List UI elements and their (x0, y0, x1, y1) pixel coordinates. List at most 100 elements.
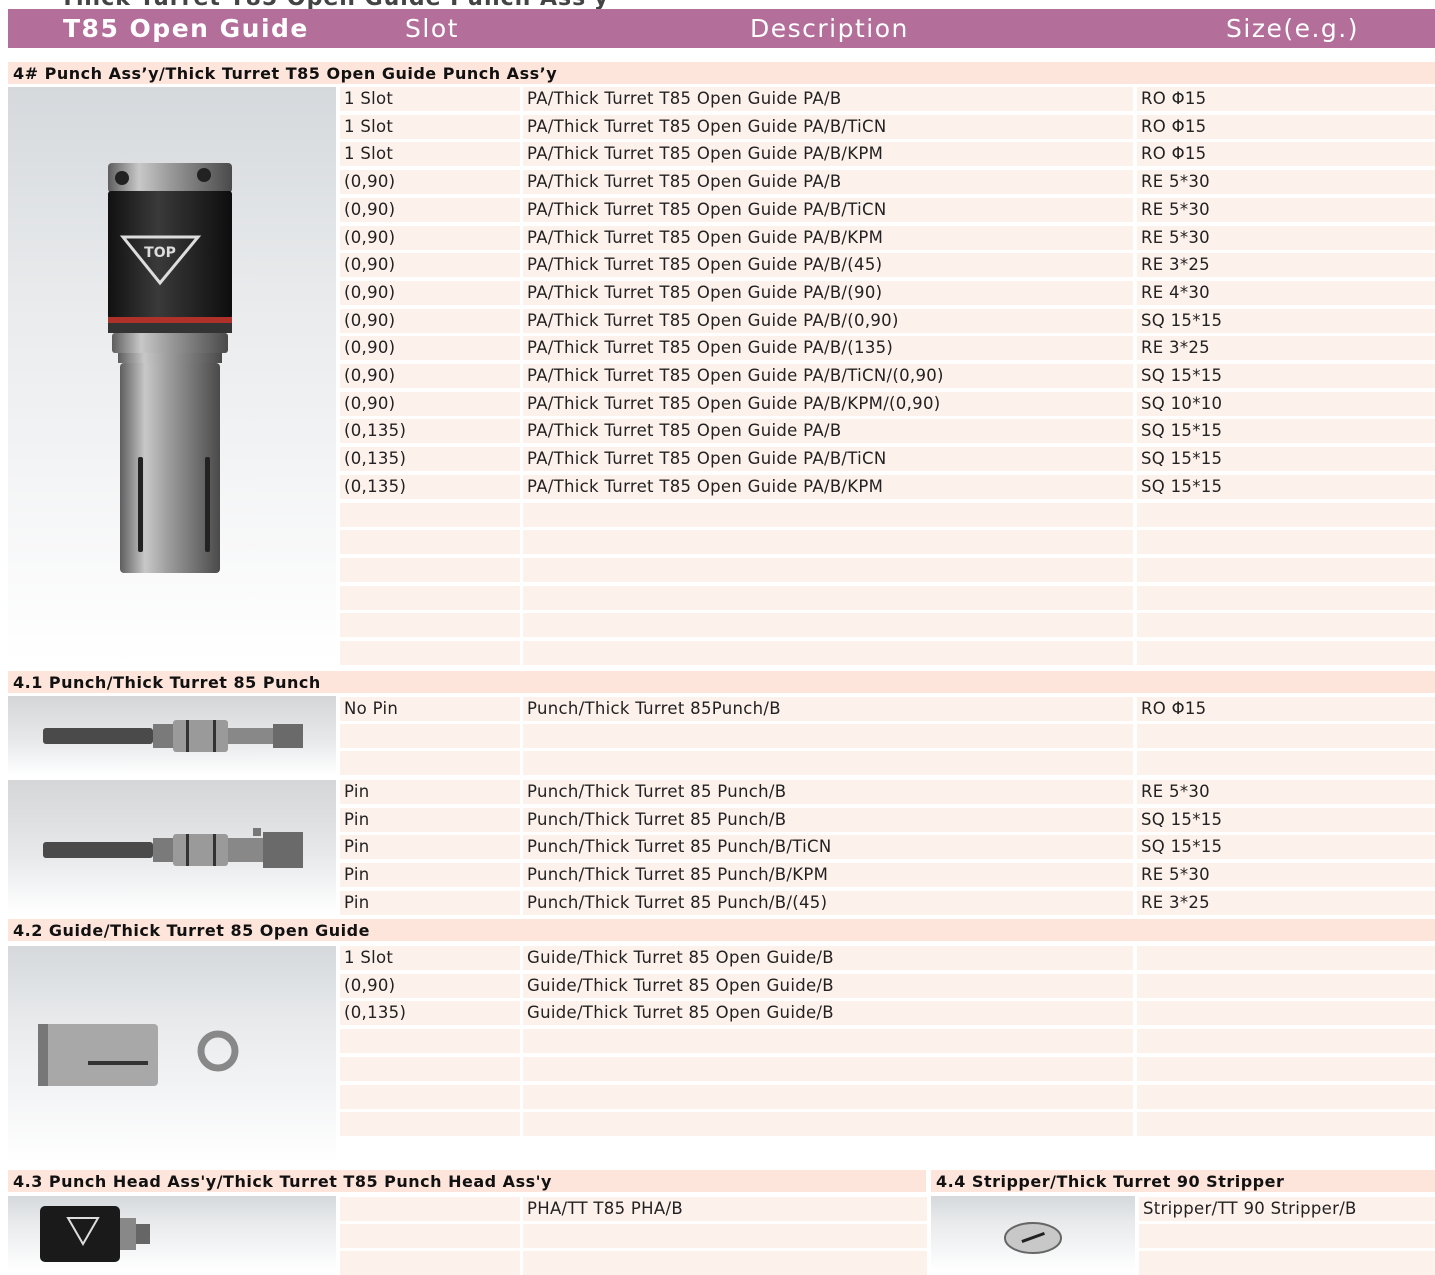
desc-cell (523, 1224, 927, 1248)
size-cell (1137, 1112, 1435, 1137)
desc-cell (523, 641, 1133, 665)
header-size: Size(e.g.) (1226, 14, 1359, 43)
size-cell (1137, 1084, 1435, 1109)
slot-cell: (0,90) (340, 225, 520, 250)
size-cell: RE 5*30 (1137, 225, 1435, 250)
desc-cell: PHA/TT T85 PHA/B (523, 1197, 927, 1221)
punch-assembly-image: TOP (8, 87, 336, 664)
desc-cell: PA/Thick Turret T85 Open Guide PA/B/KPM/… (523, 391, 1133, 416)
desc-cell: PA/Thick Turret T85 Open Guide PA/B/KPM (523, 474, 1133, 499)
slot-cell: (0,90) (340, 253, 520, 278)
desc-cell (523, 724, 1133, 748)
size-cell (1137, 973, 1435, 998)
desc-cell: PA/Thick Turret T85 Open Guide PA/B/(90) (523, 280, 1133, 305)
desc-cell: PA/Thick Turret T85 Open Guide PA/B (523, 419, 1133, 444)
desc-cell (1139, 1251, 1435, 1275)
slot-cell (340, 751, 520, 775)
slot-cell: 1 Slot (340, 946, 520, 970)
desc-cell: PA/Thick Turret T85 Open Guide PA/B/TiCN (523, 114, 1133, 139)
desc-cell: PA/Thick Turret T85 Open Guide PA/B/TiCN (523, 447, 1133, 472)
size-cell: RE 4*30 (1137, 280, 1435, 305)
guide-image (8, 946, 336, 1163)
size-cell (1137, 1029, 1435, 1054)
size-cell (1137, 502, 1435, 527)
slot-cell: No Pin (340, 697, 520, 721)
slot-cell (340, 613, 520, 638)
size-cell (1137, 641, 1435, 665)
stripper-image (931, 1196, 1135, 1271)
desc-cell: PA/Thick Turret T85 Open Guide PA/B/(0,9… (523, 308, 1133, 333)
slot-cell: (0,90) (340, 280, 520, 305)
desc-cell: PA/Thick Turret T85 Open Guide PA/B/TiCN… (523, 364, 1133, 388)
section-title-4-1: 4.1 Punch/Thick Turret 85 Punch (8, 671, 1435, 693)
slot-cell: (0,90) (340, 197, 520, 222)
slot-cell: Pin (340, 807, 520, 832)
desc-cell (523, 557, 1133, 582)
desc-cell: PA/Thick Turret T85 Open Guide PA/B/KPM (523, 142, 1133, 167)
desc-cell (523, 1056, 1133, 1081)
desc-cell: PA/Thick Turret T85 Open Guide PA/B (523, 87, 1133, 111)
size-cell: RO Φ15 (1137, 142, 1435, 167)
section-title-4-4: 4.4 Stripper/Thick Turret 90 Stripper (931, 1170, 1435, 1192)
slot-cell: 1 Slot (340, 142, 520, 167)
desc-cell: PA/Thick Turret T85 Open Guide PA/B/TiCN (523, 197, 1133, 222)
size-cell: RE 5*30 (1137, 780, 1435, 804)
size-cell: SQ 15*15 (1137, 807, 1435, 832)
size-cell: SQ 15*15 (1137, 364, 1435, 388)
desc-cell: PA/Thick Turret T85 Open Guide PA/B/(45) (523, 253, 1133, 278)
slot-cell: Pin (340, 863, 520, 888)
slot-cell (340, 1056, 520, 1081)
slot-cell (340, 1224, 520, 1248)
size-cell (1137, 530, 1435, 555)
slot-cell: (0,90) (340, 391, 520, 416)
punch-pin-image (8, 780, 336, 914)
slot-cell: Pin (340, 835, 520, 860)
desc-cell: Stripper/TT 90 Stripper/B (1139, 1197, 1435, 1221)
desc-cell (523, 585, 1133, 610)
size-cell: SQ 15*15 (1137, 419, 1435, 444)
desc-cell: Guide/Thick Turret 85 Open Guide/B (523, 1001, 1133, 1026)
slot-cell: (0,135) (340, 474, 520, 499)
slot-cell (340, 1029, 520, 1054)
slot-cell: (0,90) (340, 170, 520, 195)
size-cell (1137, 557, 1435, 582)
desc-cell (523, 613, 1133, 638)
slot-cell (340, 530, 520, 555)
size-cell (1137, 613, 1435, 638)
desc-cell (523, 1251, 927, 1275)
size-cell (1137, 1056, 1435, 1081)
table-header: T85 Open Guide Slot Description Size(e.g… (8, 9, 1435, 48)
slot-cell: 1 Slot (340, 114, 520, 139)
size-cell: SQ 15*15 (1137, 447, 1435, 472)
header-description: Description (750, 14, 909, 43)
size-cell: RE 3*25 (1137, 253, 1435, 278)
punch-rod-pin-icon (43, 828, 303, 868)
slot-cell: Pin (340, 890, 520, 915)
size-cell: RE 5*30 (1137, 863, 1435, 888)
punch-head-icon (40, 1206, 150, 1262)
section-title-4-2: 4.2 Guide/Thick Turret 85 Open Guide (8, 919, 1435, 941)
slot-cell: (0,90) (340, 364, 520, 388)
guide-icon (38, 1024, 239, 1086)
slot-cell (340, 1251, 520, 1275)
size-cell: RE 5*30 (1137, 170, 1435, 195)
svg-text:TOP: TOP (144, 245, 176, 261)
size-cell: SQ 15*15 (1137, 835, 1435, 860)
desc-cell: PA/Thick Turret T85 Open Guide PA/B (523, 170, 1133, 195)
desc-cell: PA/Thick Turret T85 Open Guide PA/B/(135… (523, 336, 1133, 361)
punch-assembly-icon: TOP (108, 163, 232, 573)
desc-cell: Punch/Thick Turret 85Punch/B (523, 697, 1133, 721)
slot-cell: (0,135) (340, 447, 520, 472)
desc-cell: Punch/Thick Turret 85 Punch/B (523, 780, 1133, 804)
slot-cell (340, 585, 520, 610)
size-cell: RE 5*30 (1137, 197, 1435, 222)
slot-cell (340, 1197, 520, 1221)
desc-cell: Punch/Thick Turret 85 Punch/B/KPM (523, 863, 1133, 888)
slot-cell: (0,90) (340, 973, 520, 998)
punch-no-pin-image (8, 696, 336, 775)
punch-rod-icon (43, 720, 303, 752)
size-cell (1137, 751, 1435, 775)
size-cell: RO Φ15 (1137, 87, 1435, 111)
size-cell (1137, 946, 1435, 970)
size-cell: SQ 15*15 (1137, 308, 1435, 333)
